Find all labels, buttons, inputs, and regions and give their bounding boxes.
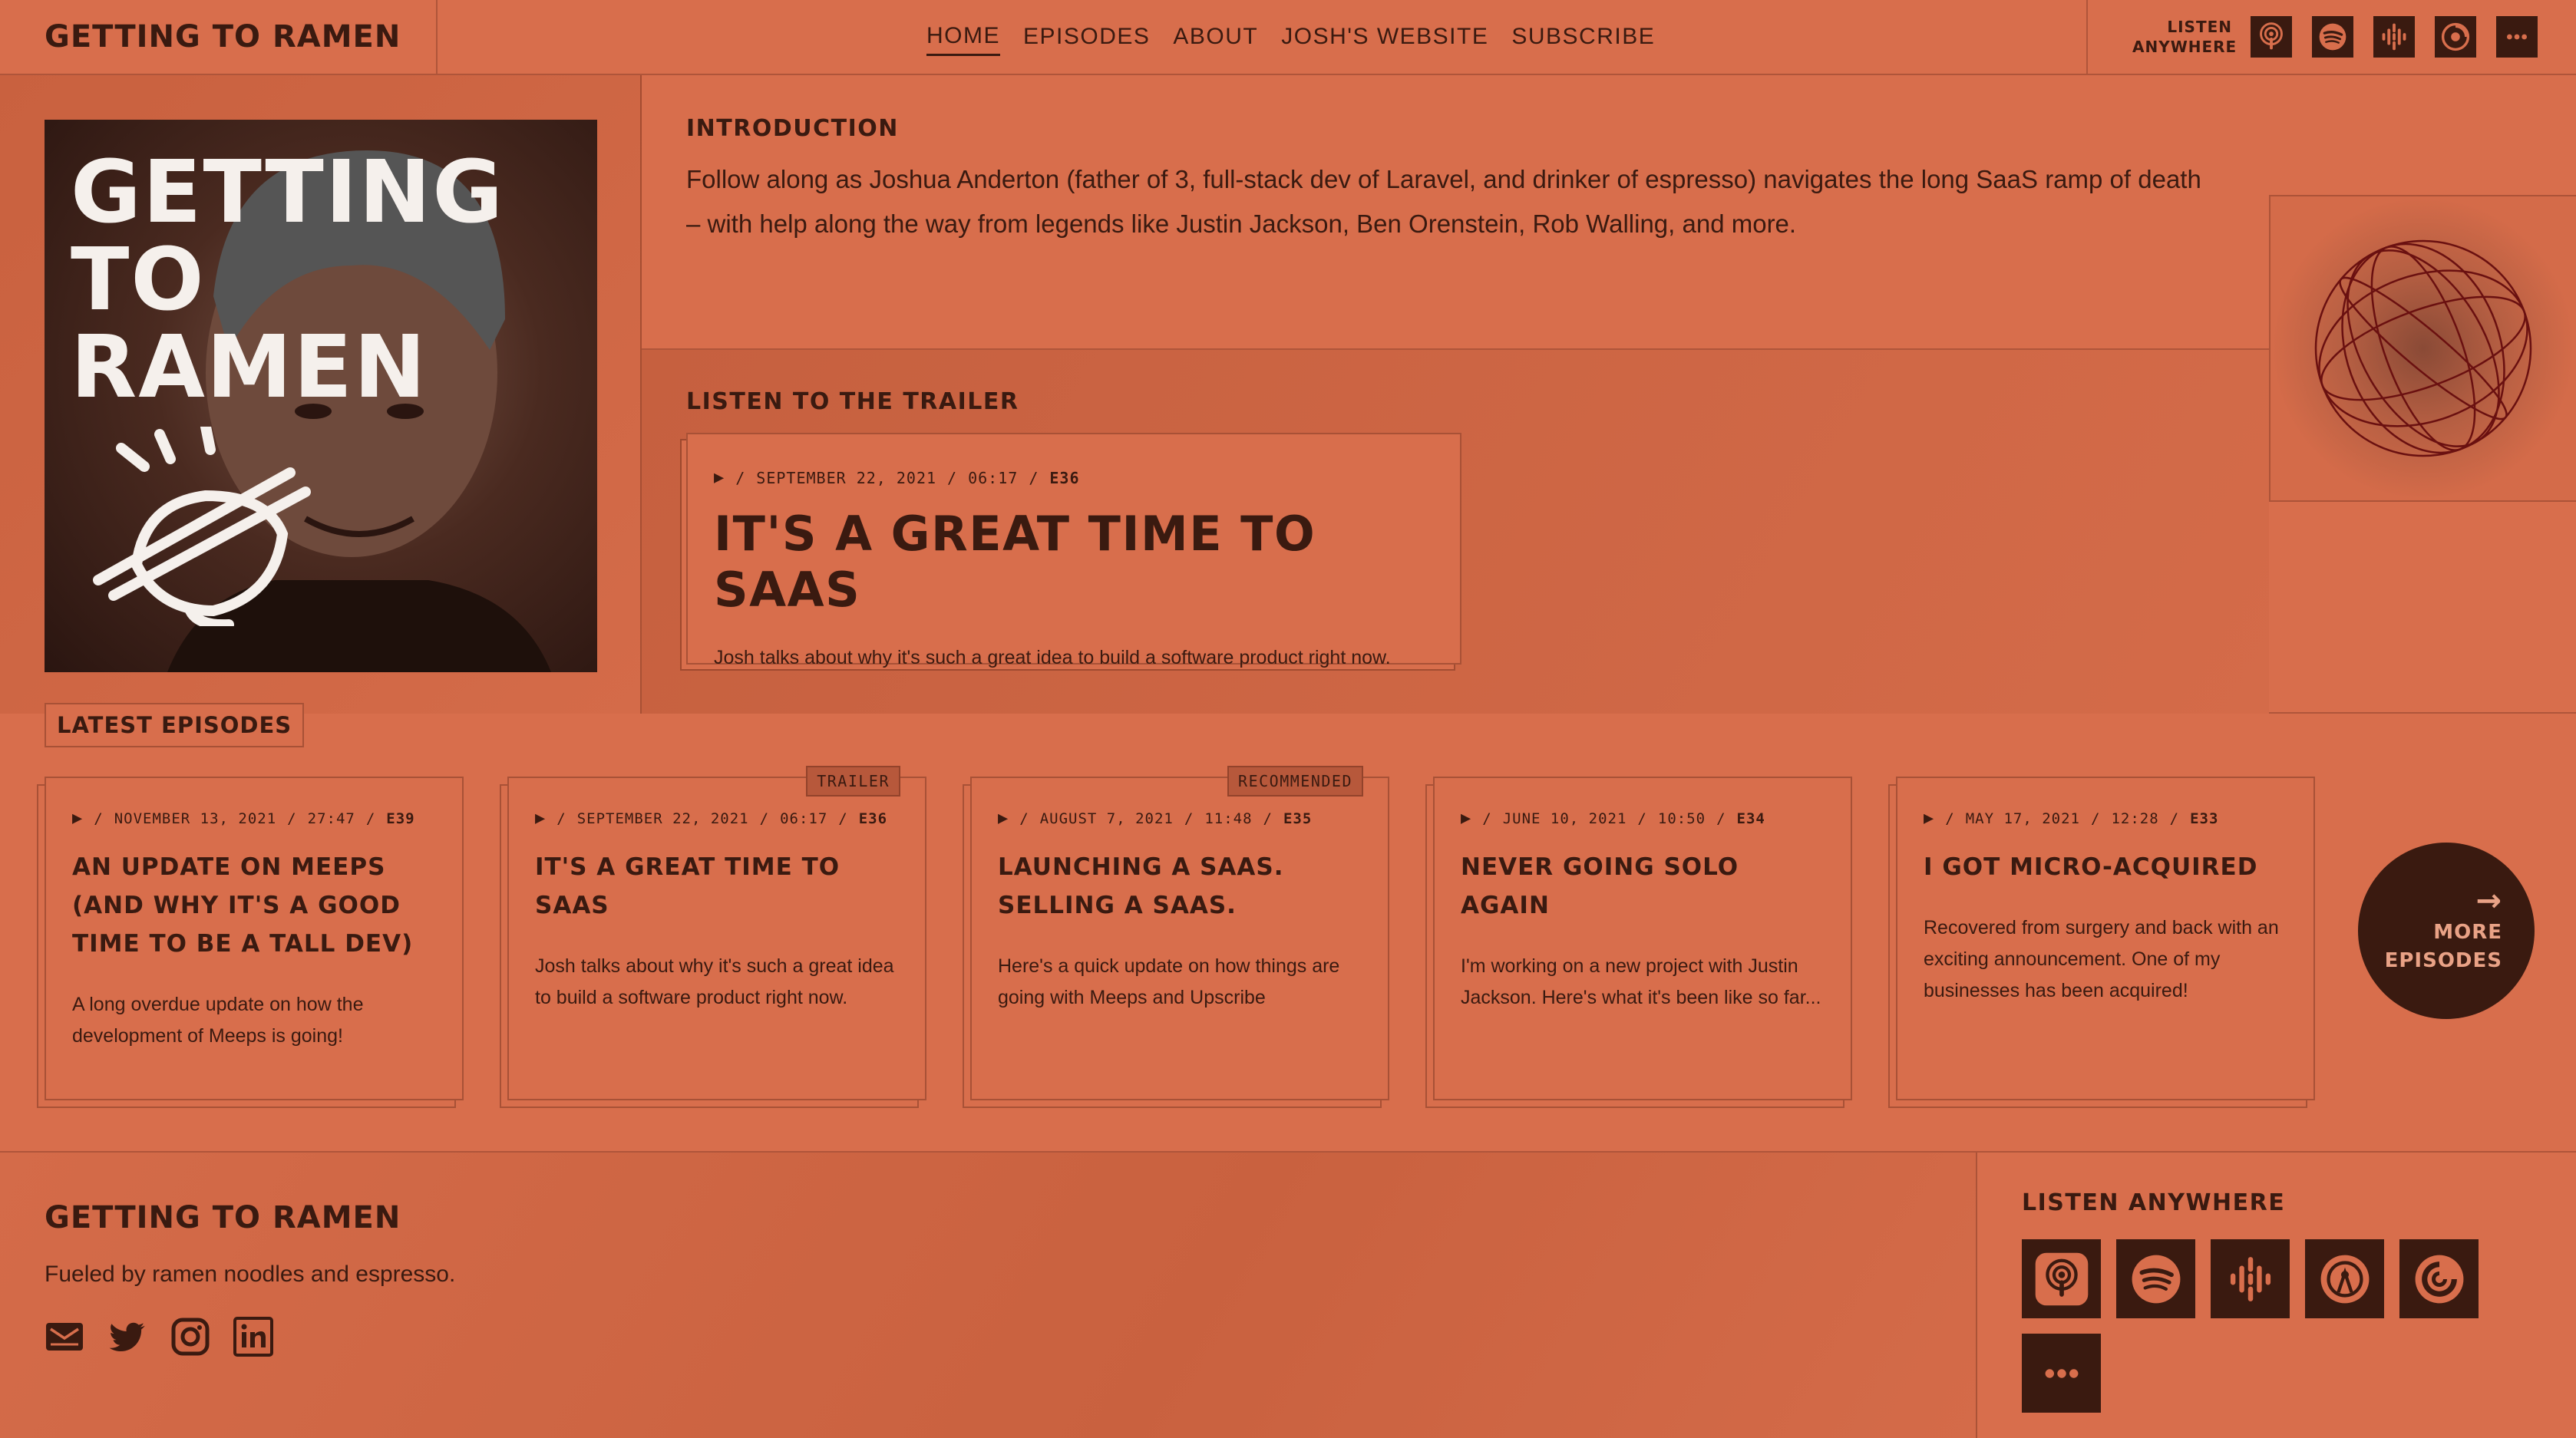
twitter-icon[interactable] xyxy=(107,1317,147,1357)
episode-title[interactable]: AN UPDATE ON MEEPS (AND WHY IT'S A GOOD … xyxy=(72,848,436,963)
episode-card[interactable]: TRAILER ▶ / SEPTEMBER 22, 2021 / 06:17 /… xyxy=(507,766,926,1100)
episode-title[interactable]: LAUNCHING A SAAS. SELLING A SAAS. xyxy=(998,848,1362,925)
hero-section: GETTING TO RAMEN INTRODUCTION Follow alo… xyxy=(0,75,2576,714)
ramen-bowl-icon xyxy=(93,427,311,626)
episode-title[interactable]: NEVER GOING SOLO AGAIN xyxy=(1461,848,1825,925)
nav-home[interactable]: HOME xyxy=(926,18,1000,56)
episode-description: Recovered from surgery and back with an … xyxy=(1924,917,2279,1001)
more-episodes-button[interactable]: → MORE EPISODES xyxy=(2358,843,2535,1019)
play-icon[interactable]: ▶ xyxy=(535,809,546,828)
trailer-heading: LISTEN TO THE TRAILER xyxy=(686,388,1019,415)
trailer-badge: TRAILER xyxy=(806,766,900,797)
nav-joshs-website[interactable]: JOSH'S WEBSITE xyxy=(1281,19,1488,54)
linkedin-icon[interactable] xyxy=(233,1317,273,1357)
episode-description: Here's a quick update on how things are … xyxy=(998,955,1340,1008)
site-header: GETTING TO RAMEN HOME EPISODES ABOUT JOS… xyxy=(0,0,2576,75)
header-listen-anywhere: LISTEN ANYWHERE xyxy=(2086,0,2576,74)
footer-brand-section: GETTING TO RAMEN Fueled by ramen noodles… xyxy=(0,1153,1977,1438)
episode-card[interactable]: ▶ / MAY 17, 2021 / 12:28 / E33 I GOT MIC… xyxy=(1896,777,2315,1100)
play-icon[interactable]: ▶ xyxy=(1924,809,1934,828)
link-ben-orenstein[interactable]: Ben Orenstein xyxy=(1356,209,1518,238)
play-icon[interactable]: ▶ xyxy=(714,468,725,487)
episode-meta: ▶ / AUGUST 7, 2021 / 11:48 / E35 xyxy=(998,809,1313,828)
episode-meta: ▶ / NOVEMBER 13, 2021 / 27:47 / E39 xyxy=(72,809,415,828)
overcast-icon[interactable] xyxy=(2305,1239,2384,1318)
episode-card[interactable]: ▶ / JUNE 10, 2021 / 10:50 / E34 NEVER GO… xyxy=(1433,777,1852,1100)
google-podcasts-icon[interactable] xyxy=(2372,15,2416,59)
main-nav: HOME EPISODES ABOUT JOSH'S WEBSITE SUBSC… xyxy=(926,0,1655,74)
episode-description: Josh talks about why it's such a great i… xyxy=(535,955,894,1008)
episode-meta: ▶ / MAY 17, 2021 / 12:28 / E33 xyxy=(1924,809,2219,828)
overcast-icon[interactable] xyxy=(2433,15,2478,59)
episode-description: I'm working on a new project with Justin… xyxy=(1461,955,1821,1008)
nav-subscribe[interactable]: SUBSCRIBE xyxy=(1511,19,1655,54)
episode-card[interactable]: RECOMMENDED ▶ / AUGUST 7, 2021 / 11:48 /… xyxy=(970,766,1389,1100)
instagram-icon[interactable] xyxy=(170,1317,210,1357)
episode-meta: ▶ / SEPTEMBER 22, 2021 / 06:17 / E36 xyxy=(535,809,888,828)
spotify-icon[interactable] xyxy=(2116,1239,2195,1318)
email-icon[interactable] xyxy=(45,1317,84,1357)
footer-listen-section: LISTEN ANYWHERE xyxy=(1977,1153,2576,1438)
site-footer: GETTING TO RAMEN Fueled by ramen noodles… xyxy=(0,1151,2576,1438)
footer-tagline: Fueled by ramen noodles and espresso. xyxy=(45,1262,456,1287)
globe-decoration xyxy=(2269,195,2576,502)
episode-card[interactable]: ▶ / NOVEMBER 13, 2021 / 27:47 / E39 AN U… xyxy=(45,777,464,1100)
site-brand[interactable]: GETTING TO RAMEN xyxy=(0,0,438,74)
episode-title[interactable]: IT'S A GREAT TIME TO SAAS xyxy=(535,848,899,925)
apple-podcasts-icon[interactable] xyxy=(2249,15,2294,59)
more-icon[interactable] xyxy=(2022,1334,2101,1413)
play-icon[interactable]: ▶ xyxy=(1461,809,1471,828)
footer-brand: GETTING TO RAMEN xyxy=(45,1200,401,1235)
trailer-meta: ▶ / SEPTEMBER 22, 2021 / 06:17 / E36 xyxy=(714,468,1080,487)
play-icon[interactable]: ▶ xyxy=(72,809,83,828)
nav-episodes[interactable]: EPISODES xyxy=(1023,19,1150,54)
trailer-section: LISTEN TO THE TRAILER ▶ / SEPTEMBER 22, … xyxy=(642,350,2269,714)
arrow-right-icon: → xyxy=(2475,882,2502,919)
link-justin-jackson[interactable]: Justin Jackson xyxy=(1176,209,1342,238)
trailer-card[interactable]: ▶ / SEPTEMBER 22, 2021 / 06:17 / E36 IT'… xyxy=(686,433,1461,668)
listen-anywhere-label: LISTEN ANYWHERE xyxy=(2132,18,2237,56)
episode-meta: ▶ / JUNE 10, 2021 / 10:50 / E34 xyxy=(1461,809,1765,828)
nav-about[interactable]: ABOUT xyxy=(1173,19,1258,54)
link-rob-walling[interactable]: Rob Walling xyxy=(1532,209,1668,238)
cover-title: GETTING TO RAMEN xyxy=(71,143,505,417)
trailer-episode-number: E36 xyxy=(1049,468,1080,487)
play-icon[interactable]: ▶ xyxy=(998,809,1009,828)
apple-podcasts-icon[interactable] xyxy=(2022,1239,2101,1318)
latest-episodes-heading: LATEST EPISODES xyxy=(45,703,305,747)
trailer-date: SEPTEMBER 22, 2021 xyxy=(756,468,937,487)
google-podcasts-icon[interactable] xyxy=(2211,1239,2290,1318)
more-icon[interactable] xyxy=(2495,15,2539,59)
trailer-description: Josh talks about why it's such a great i… xyxy=(714,647,1391,668)
recommended-badge: RECOMMENDED xyxy=(1227,766,1363,797)
introduction-heading: INTRODUCTION xyxy=(686,115,899,142)
trailer-duration: 06:17 xyxy=(968,468,1019,487)
episode-title[interactable]: I GOT MICRO-ACQUIRED xyxy=(1924,848,2287,886)
podcast-cover-art: GETTING TO RAMEN xyxy=(45,120,597,672)
platform-links xyxy=(2022,1239,2498,1413)
pocket-casts-icon[interactable] xyxy=(2399,1239,2479,1318)
trailer-title[interactable]: IT'S A GREAT TIME TO SAAS xyxy=(714,506,1434,618)
globe-icon xyxy=(2314,239,2532,457)
social-links xyxy=(45,1317,1931,1357)
spotify-icon[interactable] xyxy=(2310,15,2355,59)
cover-column: GETTING TO RAMEN xyxy=(0,75,642,714)
footer-listen-heading: LISTEN ANYWHERE xyxy=(2022,1189,2286,1216)
introduction-text: Follow along as Joshua Anderton (father … xyxy=(686,165,2201,238)
episode-description: A long overdue update on how the develop… xyxy=(72,994,364,1047)
introduction-section: INTRODUCTION Follow along as Joshua Ande… xyxy=(642,75,2269,350)
